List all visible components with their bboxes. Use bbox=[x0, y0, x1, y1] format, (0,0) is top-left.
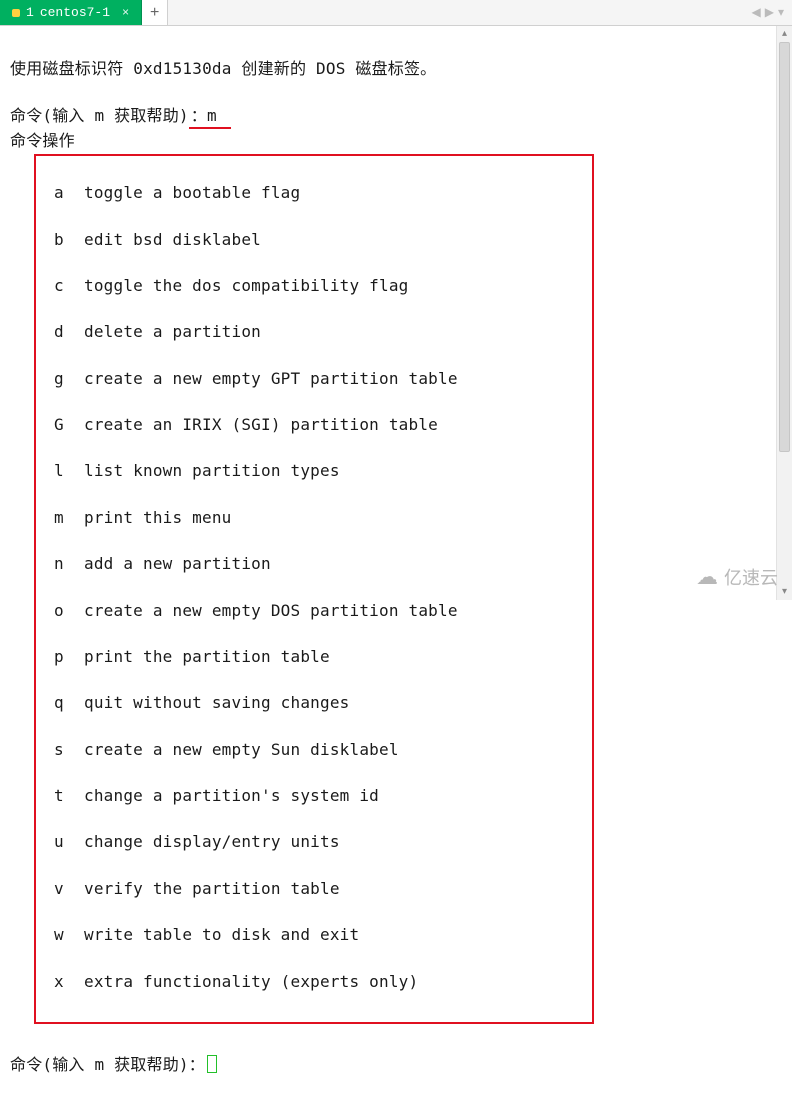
nav-right-icon[interactable]: ▶ bbox=[765, 5, 774, 20]
help-row: pprint the partition table bbox=[40, 645, 588, 668]
nav-left-icon[interactable]: ◀ bbox=[752, 5, 761, 20]
help-desc: change a partition's system id bbox=[84, 784, 379, 807]
help-row: nadd a new partition bbox=[40, 552, 588, 575]
help-row: ocreate a new empty DOS partition table bbox=[40, 599, 588, 622]
help-key: d bbox=[40, 320, 84, 343]
tab-title: centos7-1 bbox=[40, 5, 110, 20]
prompt-prefix: 命令(输入 m 获取帮助) bbox=[10, 106, 189, 125]
help-key: x bbox=[40, 970, 84, 993]
help-key: n bbox=[40, 552, 84, 575]
terminal-wrap: 使用磁盘标识符 0xd15130da 创建新的 DOS 磁盘标签。 命令(输入 … bbox=[0, 26, 792, 600]
help-desc: list known partition types bbox=[84, 459, 340, 482]
help-row: wwrite table to disk and exit bbox=[40, 923, 588, 946]
help-row: ctoggle the dos compatibility flag bbox=[40, 274, 588, 297]
tab-nav: ◀ ▶ ▾ bbox=[752, 0, 792, 25]
help-row: mprint this menu bbox=[40, 506, 588, 529]
help-row: atoggle a bootable flag bbox=[40, 181, 588, 204]
help-row: bedit bsd disklabel bbox=[40, 228, 588, 251]
help-row: llist known partition types bbox=[40, 459, 588, 482]
help-row: screate a new empty Sun disklabel bbox=[40, 738, 588, 761]
tab-status-icon bbox=[12, 9, 20, 17]
help-key: s bbox=[40, 738, 84, 761]
scroll-thumb[interactable] bbox=[779, 42, 790, 452]
close-icon[interactable]: × bbox=[122, 6, 129, 20]
help-desc: create a new empty DOS partition table bbox=[84, 599, 458, 622]
scrollbar[interactable]: ▴ ▾ bbox=[776, 26, 792, 600]
help-key: l bbox=[40, 459, 84, 482]
cursor-icon bbox=[207, 1055, 217, 1073]
scroll-up-icon[interactable]: ▴ bbox=[777, 26, 792, 42]
help-row: Gcreate an IRIX (SGI) partition table bbox=[40, 413, 588, 436]
help-key: a bbox=[40, 181, 84, 204]
fdisk-help-box: atoggle a bootable flag bedit bsd diskla… bbox=[34, 154, 594, 1024]
help-key: p bbox=[40, 645, 84, 668]
ops-header: 命令操作 bbox=[10, 131, 75, 150]
help-desc: verify the partition table bbox=[84, 877, 340, 900]
nav-menu-icon[interactable]: ▾ bbox=[778, 5, 784, 20]
help-key: o bbox=[40, 599, 84, 622]
help-row: vverify the partition table bbox=[40, 877, 588, 900]
prompt-colon: ： bbox=[189, 1055, 205, 1074]
help-desc: add a new partition bbox=[84, 552, 271, 575]
prompt-line-current[interactable]: 命令(输入 m 获取帮助)： bbox=[10, 1055, 217, 1074]
tab-index: 1 bbox=[26, 5, 34, 20]
help-key: w bbox=[40, 923, 84, 946]
tab-centos7-1[interactable]: 1 centos7-1 × bbox=[0, 0, 142, 25]
help-row: uchange display/entry units bbox=[40, 830, 588, 853]
terminal[interactable]: 使用磁盘标识符 0xd15130da 创建新的 DOS 磁盘标签。 命令(输入 … bbox=[0, 26, 792, 1109]
help-desc: print this menu bbox=[84, 506, 232, 529]
prompt-colon: ： bbox=[191, 106, 207, 125]
help-key: G bbox=[40, 413, 84, 436]
help-desc: change display/entry units bbox=[84, 830, 340, 853]
help-key: u bbox=[40, 830, 84, 853]
help-desc: toggle a bootable flag bbox=[84, 181, 300, 204]
help-key: c bbox=[40, 274, 84, 297]
help-desc: edit bsd disklabel bbox=[84, 228, 261, 251]
help-row: tchange a partition's system id bbox=[40, 784, 588, 807]
entered-command: m bbox=[207, 106, 217, 125]
help-row: ddelete a partition bbox=[40, 320, 588, 343]
help-key: v bbox=[40, 877, 84, 900]
help-row: xextra functionality (experts only) bbox=[40, 970, 588, 993]
help-row: qquit without saving changes bbox=[40, 691, 588, 714]
help-key: b bbox=[40, 228, 84, 251]
help-desc: create a new empty GPT partition table bbox=[84, 367, 458, 390]
help-desc: extra functionality (experts only) bbox=[84, 970, 418, 993]
help-desc: quit without saving changes bbox=[84, 691, 350, 714]
help-desc: create a new empty Sun disklabel bbox=[84, 738, 399, 761]
help-key: q bbox=[40, 691, 84, 714]
help-key: g bbox=[40, 367, 84, 390]
terminal-line: 使用磁盘标识符 0xd15130da 创建新的 DOS 磁盘标签。 bbox=[10, 59, 436, 78]
help-desc: print the partition table bbox=[84, 645, 330, 668]
help-key: m bbox=[40, 506, 84, 529]
help-row: gcreate a new empty GPT partition table bbox=[40, 367, 588, 390]
tab-bar: 1 centos7-1 × + ◀ ▶ ▾ bbox=[0, 0, 792, 26]
scroll-down-icon[interactable]: ▾ bbox=[777, 584, 792, 600]
help-key: t bbox=[40, 784, 84, 807]
help-desc: toggle the dos compatibility flag bbox=[84, 274, 408, 297]
help-desc: write table to disk and exit bbox=[84, 923, 359, 946]
add-tab-button[interactable]: + bbox=[142, 0, 168, 25]
prompt-line: 命令(输入 m 获取帮助)：m bbox=[10, 106, 231, 125]
help-desc: create an IRIX (SGI) partition table bbox=[84, 413, 438, 436]
help-desc: delete a partition bbox=[84, 320, 261, 343]
prompt-prefix: 命令(输入 m 获取帮助) bbox=[10, 1055, 189, 1074]
prompt-input-highlight: ：m bbox=[189, 104, 231, 129]
